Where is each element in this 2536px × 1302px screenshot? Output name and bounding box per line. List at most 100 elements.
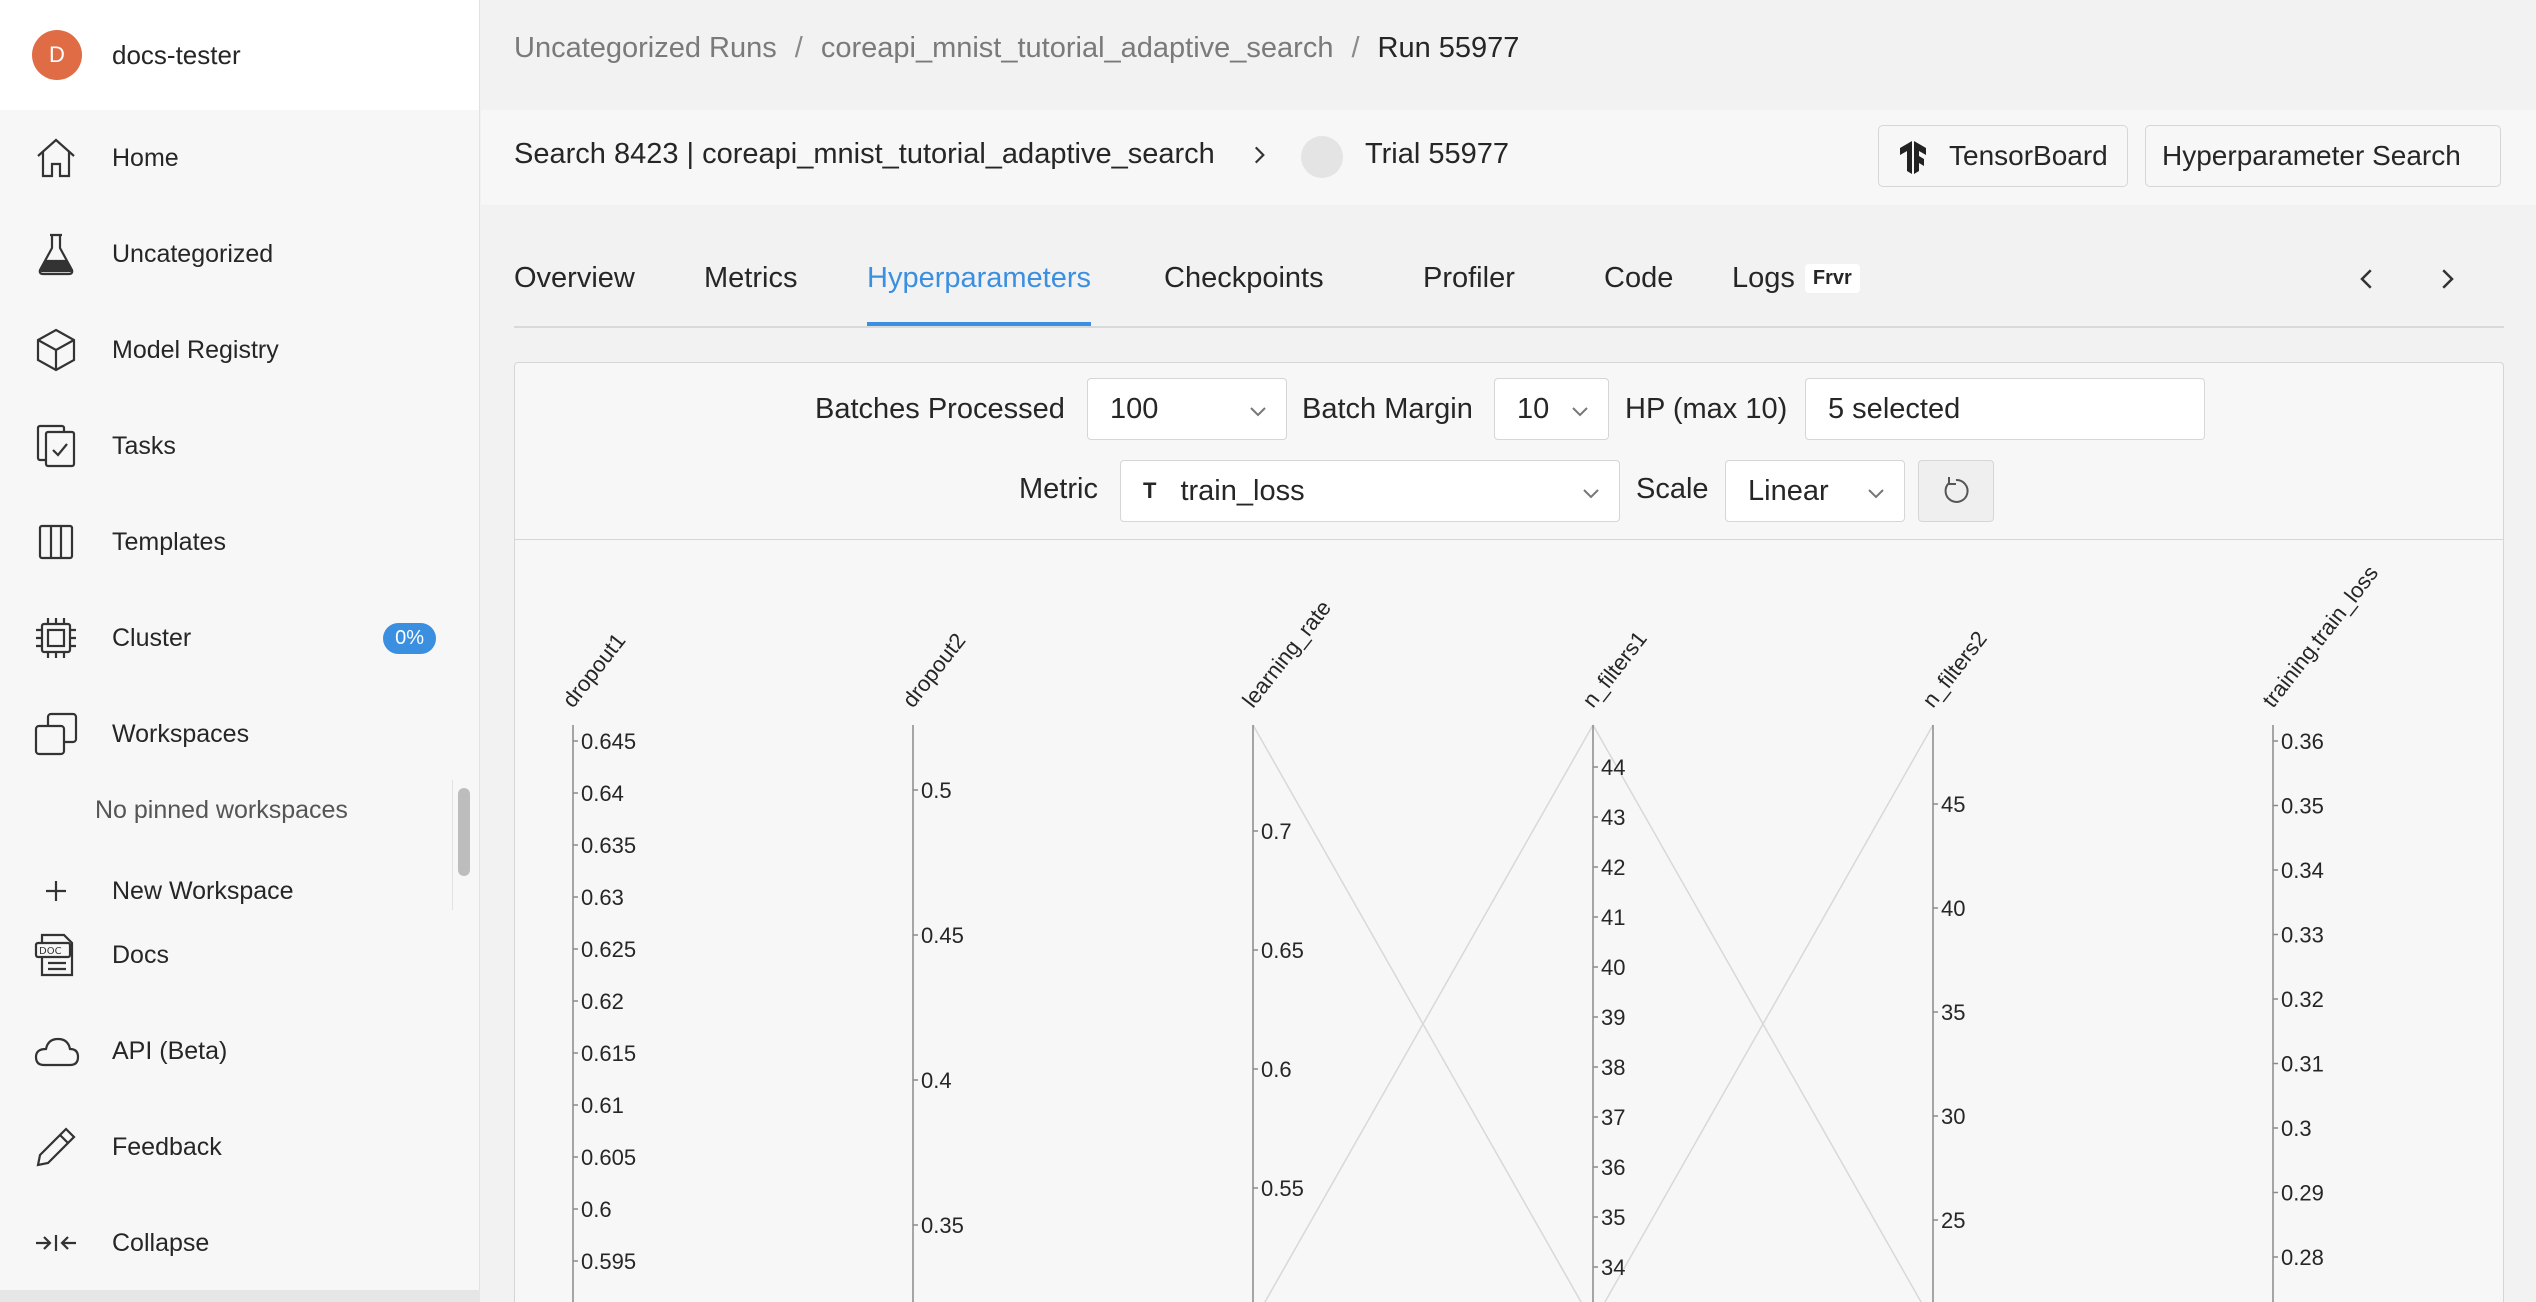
- sidebar-item-docs[interactable]: DOC Docs: [0, 907, 470, 1003]
- doc-icon: DOC: [32, 931, 80, 979]
- pencil-icon: [32, 1123, 80, 1171]
- tab-bar: Overview Metrics Hyperparameters Checkpo…: [514, 250, 2504, 328]
- axis-tick-label: 35: [1601, 1205, 1625, 1230]
- sidebar-item-label: Home: [112, 143, 179, 172]
- sidebar-item-tasks[interactable]: Tasks: [0, 398, 470, 494]
- axis-tick-label: 0.34: [2281, 858, 2324, 883]
- metric-select[interactable]: T train_loss: [1120, 460, 1620, 522]
- tab-checkpoints[interactable]: Checkpoints: [1164, 262, 1324, 326]
- axis-tick-label: 37: [1601, 1105, 1625, 1130]
- sidebar-item-feedback[interactable]: Feedback: [0, 1099, 470, 1195]
- tab-code[interactable]: Code: [1604, 262, 1673, 326]
- run-header: Search 8423 | coreapi_mnist_tutorial_ada…: [481, 110, 2536, 205]
- hp-selected-value: 5 selected: [1828, 392, 1961, 425]
- sidebar-item-cluster[interactable]: Cluster 0%: [0, 590, 470, 686]
- batch-margin-select[interactable]: 10: [1494, 378, 1609, 440]
- sidebar-item-model-registry[interactable]: Model Registry: [0, 302, 470, 398]
- axis-tick-label: 0.63: [581, 885, 624, 910]
- sidebar-item-label: New Workspace: [112, 876, 294, 905]
- axis-tick-label: 0.55: [1261, 1176, 1304, 1201]
- axis-tick-label: 44: [1601, 755, 1625, 780]
- axis-tick-label: 0.61: [581, 1093, 624, 1118]
- tensorboard-button[interactable]: TensorBoard: [1878, 125, 2128, 187]
- axis-tick-label: 0.64: [581, 781, 624, 806]
- sidebar-item-label: Collapse: [112, 1228, 210, 1257]
- cloud-icon: [32, 1027, 80, 1075]
- reset-icon: [1944, 477, 1969, 503]
- hyperparameter-search-button[interactable]: Hyperparameter Search: [2145, 125, 2501, 187]
- reset-button[interactable]: [1918, 460, 1994, 522]
- axis-tick-label: 42: [1601, 855, 1625, 880]
- sidebar-item-uncategorized[interactable]: Uncategorized: [0, 206, 470, 302]
- tab-scroll-right-icon[interactable]: [2432, 264, 2462, 294]
- axis-title-learning-rate: learning_rate: [1237, 595, 1336, 712]
- axis-tick-label: 39: [1601, 1005, 1625, 1030]
- hp-max-label: HP (max 10): [1625, 393, 1788, 425]
- metric-type-icon: T: [1143, 478, 1157, 503]
- flask-icon: [32, 230, 80, 278]
- tab-overview[interactable]: Overview: [514, 262, 635, 326]
- tab-scroll-left-icon[interactable]: [2352, 264, 2382, 294]
- axis-tick-label: 0.595: [581, 1249, 636, 1274]
- axis-tick-label: 0.32: [2281, 987, 2324, 1012]
- sidebar-collapse-button[interactable]: Collapse: [0, 1195, 470, 1291]
- tab-logs[interactable]: Logs Frvr: [1732, 262, 1860, 326]
- workspaces-icon: [32, 710, 80, 758]
- sidebar-item-label: Tasks: [112, 431, 176, 460]
- batch-margin-label: Batch Margin: [1302, 393, 1473, 425]
- breadcrumb-current-run: Run 55977: [1377, 32, 1520, 64]
- chevron-down-icon: [1868, 489, 1884, 499]
- batches-processed-select[interactable]: 100: [1087, 378, 1287, 440]
- sidebar-item-workspaces[interactable]: Workspaces: [0, 686, 470, 782]
- axis-tick-label: 35: [1941, 1000, 1965, 1025]
- sidebar: D docs-tester Home Uncategorized Model R…: [0, 0, 480, 1302]
- axis-title-dropout2: dropout2: [897, 628, 970, 712]
- axis-tick-label: 0.65: [1261, 938, 1304, 963]
- data-line-2: [1592, 724, 1922, 1302]
- axis-tick-label: 0.5: [921, 778, 952, 803]
- logs-badge: Frvr: [1804, 264, 1860, 293]
- tab-profiler[interactable]: Profiler: [1423, 262, 1515, 326]
- axis-tick-label: 0.625: [581, 937, 636, 962]
- axis-tick-label: 30: [1941, 1104, 1965, 1129]
- metric-value: train_loss: [1180, 474, 1305, 507]
- metric-label: Metric: [1019, 473, 1098, 505]
- sidebar-horizontal-scrollbar: [0, 1290, 480, 1302]
- svg-text:DOC: DOC: [39, 946, 62, 957]
- sidebar-item-label: Docs: [112, 940, 169, 969]
- axis-tick-label: 0.35: [2281, 794, 2324, 819]
- sidebar-item-label: Templates: [112, 527, 226, 556]
- axis-tick-label: 40: [1941, 896, 1965, 921]
- axis-tick-label: 0.36: [2281, 729, 2324, 754]
- sidebar-item-templates[interactable]: Templates: [0, 494, 470, 590]
- breadcrumb-separator: /: [1351, 32, 1360, 64]
- sidebar-item-api[interactable]: API (Beta): [0, 1003, 470, 1099]
- search-link[interactable]: Search 8423 | coreapi_mnist_tutorial_ada…: [514, 138, 1215, 171]
- username: docs-tester: [112, 39, 241, 70]
- data-line-1: [1264, 724, 1594, 1302]
- home-icon: [32, 134, 80, 182]
- avatar[interactable]: D: [32, 30, 82, 80]
- cube-icon: [32, 326, 80, 374]
- parallel-coordinates-svg: dropout10.6450.640.6350.630.6250.620.615…: [557, 561, 2383, 1302]
- axis-tick-label: 0.29: [2281, 1181, 2324, 1206]
- breadcrumb-search[interactable]: coreapi_mnist_tutorial_adaptive_search: [821, 32, 1334, 65]
- axis-tick-label: 0.635: [581, 833, 636, 858]
- breadcrumb-uncategorized-runs[interactable]: Uncategorized Runs: [514, 32, 777, 65]
- tab-metrics[interactable]: Metrics: [704, 262, 797, 326]
- scale-value: Linear: [1748, 474, 1829, 507]
- axis-title-n-filters1: n_filters1: [1577, 626, 1652, 712]
- axis-tick-label: 0.35: [921, 1213, 964, 1238]
- chip-icon: [32, 614, 80, 662]
- axis-tick-label: 0.62: [581, 989, 624, 1014]
- sidebar-item-home[interactable]: Home: [0, 110, 470, 206]
- scale-select[interactable]: Linear: [1725, 460, 1905, 522]
- hp-multiselect[interactable]: 5 selected: [1805, 378, 2205, 440]
- axis-tick-label: 41: [1601, 905, 1625, 930]
- axis-tick-label: 0.6: [581, 1197, 612, 1222]
- user-menu[interactable]: D docs-tester: [0, 0, 479, 110]
- tab-hyperparameters[interactable]: Hyperparameters: [867, 262, 1092, 326]
- axis-tick-label: 0.33: [2281, 923, 2324, 948]
- plot-controls: Batches Processed 100 Batch Margin 10 HP…: [515, 363, 2503, 540]
- sidebar-item-label: Feedback: [112, 1132, 222, 1161]
